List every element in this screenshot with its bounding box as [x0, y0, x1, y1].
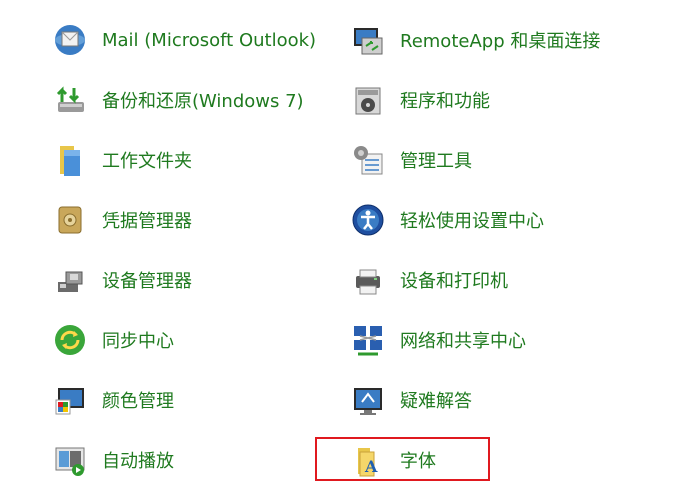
- item-label: Mail (Microsoft Outlook): [102, 29, 317, 51]
- item-backup-restore[interactable]: 备份和还原(Windows 7): [50, 80, 304, 120]
- item-label: RemoteApp 和桌面连接: [400, 31, 601, 52]
- programs-features-icon: [348, 80, 388, 120]
- item-mail[interactable]: Mail (Microsoft Outlook): [50, 20, 316, 60]
- item-programs-features[interactable]: 程序和功能: [348, 80, 490, 120]
- control-panel-items: Mail (Microsoft Outlook) 备份和还原(Windows 7…: [0, 0, 680, 501]
- item-devices-printers[interactable]: 设备和打印机: [348, 260, 508, 300]
- item-autoplay[interactable]: 自动播放: [50, 440, 174, 480]
- item-label: 疑难解答: [400, 391, 472, 412]
- item-device-manager[interactable]: 设备管理器: [50, 260, 192, 300]
- remoteapp-icon: [348, 20, 388, 60]
- item-remoteapp[interactable]: RemoteApp 和桌面连接: [348, 20, 600, 60]
- item-label: 自动播放: [102, 451, 174, 472]
- item-sync-center[interactable]: 同步中心: [50, 320, 174, 360]
- item-label: 网络和共享中心: [400, 331, 526, 352]
- sync-center-icon: [50, 320, 90, 360]
- item-label: 备份和还原(Windows 7): [102, 91, 304, 112]
- item-label: 设备管理器: [102, 271, 192, 292]
- credential-manager-icon: [50, 200, 90, 240]
- item-ease-of-access[interactable]: 轻松使用设置中心: [348, 200, 544, 240]
- item-label: 同步中心: [102, 331, 174, 352]
- color-management-icon: [50, 380, 90, 420]
- ease-of-access-icon: [348, 200, 388, 240]
- item-network-sharing[interactable]: 网络和共享中心: [348, 320, 526, 360]
- item-troubleshooting[interactable]: 疑难解答: [348, 380, 472, 420]
- admin-tools-icon: [348, 140, 388, 180]
- item-label: 轻松使用设置中心: [400, 211, 544, 232]
- selection-highlight-box: [315, 437, 490, 481]
- item-work-folders[interactable]: 工作文件夹: [50, 140, 192, 180]
- mail-icon: [50, 20, 90, 60]
- devices-printers-icon: [348, 260, 388, 300]
- troubleshooting-icon: [348, 380, 388, 420]
- work-folders-icon: [50, 140, 90, 180]
- item-label: 设备和打印机: [400, 271, 508, 292]
- item-label: 管理工具: [400, 151, 472, 172]
- item-label: 凭据管理器: [102, 211, 192, 232]
- item-label: 程序和功能: [400, 91, 490, 112]
- item-admin-tools[interactable]: 管理工具: [348, 140, 472, 180]
- backup-restore-icon: [50, 80, 90, 120]
- autoplay-icon: [50, 440, 90, 480]
- item-color-management[interactable]: 颜色管理: [50, 380, 174, 420]
- item-credential-manager[interactable]: 凭据管理器: [50, 200, 192, 240]
- item-label: 工作文件夹: [102, 151, 192, 172]
- device-manager-icon: [50, 260, 90, 300]
- network-sharing-icon: [348, 320, 388, 360]
- item-label: 颜色管理: [102, 391, 174, 412]
